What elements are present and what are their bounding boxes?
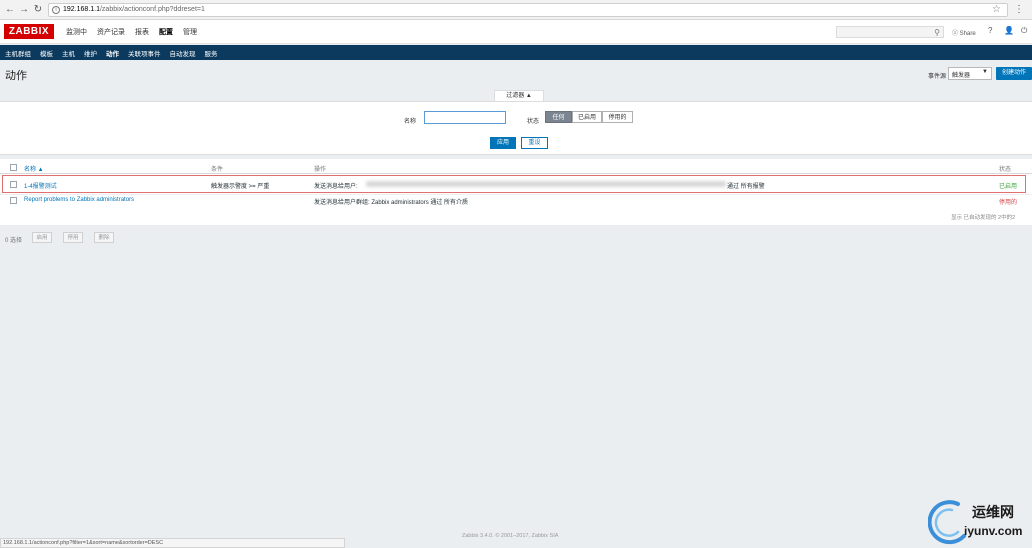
status-badge[interactable]: 停用的 (999, 197, 1017, 206)
watermark-text: 运维网 (972, 504, 1014, 520)
row-checkbox[interactable] (10, 197, 17, 204)
status-option-enabled[interactable]: 已启用 (572, 111, 602, 123)
user-icon[interactable]: 👤 (1004, 26, 1014, 35)
subnav-services[interactable]: 服务 (205, 48, 218, 58)
reload-icon[interactable]: ↻ (32, 4, 44, 16)
column-header-name[interactable]: 名称 ▲ (24, 164, 44, 173)
event-source-label: 事件源 (928, 74, 947, 80)
browser-menu-icon[interactable]: ⋮ (1014, 4, 1024, 16)
share-label: Share (959, 31, 976, 37)
status-option-any[interactable]: 任何 (545, 111, 572, 123)
forward-icon[interactable]: → (18, 4, 30, 16)
main-menu: 监测中 资产记录 报表 配置 管理 (66, 27, 197, 37)
url-host: 192.168.1.1 (63, 6, 100, 13)
filter-name-input[interactable] (424, 111, 506, 124)
redacted-recipients (366, 181, 726, 187)
mass-enable-button[interactable]: 启用 (32, 232, 52, 243)
subnav-event-correlation[interactable]: 关联项事件 (128, 48, 161, 58)
help-icon[interactable]: ? (988, 26, 992, 35)
browser-status-url: 192.168.1.1/actionconf.php?filter=1&sort… (0, 538, 345, 548)
bookmark-star-icon[interactable]: ☆ (992, 4, 1001, 16)
page-title: 动作 (5, 70, 27, 82)
column-header-status[interactable]: 状态 (999, 164, 1011, 173)
subnav-discovery[interactable]: 自动发现 (170, 48, 196, 58)
actions-table: 名称 ▲ 条件 操作 状态 1-4报警测试 触发器示警度 >= 严重 发送消息给… (0, 159, 1032, 225)
browser-toolbar: ← → ↻ i 192.168.1.1/zabbix/actionconf.ph… (0, 0, 1032, 20)
status-option-disabled[interactable]: 停用的 (602, 111, 633, 123)
menu-monitoring[interactable]: 监测中 (66, 27, 87, 37)
action-name-link[interactable]: Report problems to Zabbix administrators (24, 197, 134, 203)
back-icon[interactable]: ← (4, 4, 16, 16)
filter-apply-button[interactable]: 应用 (490, 137, 516, 149)
mass-delete-button[interactable]: 删除 (94, 232, 114, 243)
column-header-conditions: 条件 (211, 167, 224, 173)
row-divider (0, 194, 1032, 195)
address-text: 192.168.1.1/zabbix/actionconf.php?ddrese… (63, 6, 205, 13)
status-badge[interactable]: 已启用 (999, 181, 1017, 190)
event-source-select[interactable]: 触发器 ▼ (948, 67, 992, 80)
share-link[interactable]: ⓩ Share (952, 28, 976, 37)
chevron-down-icon: ▼ (982, 69, 988, 75)
sub-navigation: 主机群组 模板 主机 维护 动作 关联项事件 自动发现 服务 (0, 45, 1032, 60)
menu-inventory[interactable]: 资产记录 (97, 27, 125, 37)
column-header-operations: 操作 (314, 167, 327, 173)
action-name-link[interactable]: 1-4报警测试 (24, 181, 57, 190)
create-action-button[interactable]: 创建动作 (996, 67, 1032, 80)
subnav-maintenance[interactable]: 维护 (84, 48, 97, 58)
filter-reset-button[interactable]: 重设 (521, 137, 548, 149)
power-icon[interactable]: ⏻ (1021, 26, 1027, 36)
action-operation: 发送消息给用户群组: Zabbix administrators 通过 所有介质 (314, 200, 469, 206)
info-icon[interactable]: i (52, 6, 60, 14)
watermark-url: iyunv.com (964, 524, 1023, 538)
menu-reports[interactable]: 报表 (135, 27, 149, 37)
header-divider (0, 173, 1032, 174)
mass-disable-button[interactable]: 停用 (63, 232, 83, 243)
site-watermark: 运维网 iyunv.com (927, 498, 1032, 548)
global-search-input[interactable]: ⚲ (836, 26, 944, 38)
menu-administration[interactable]: 管理 (183, 27, 197, 37)
select-all-checkbox[interactable] (10, 164, 17, 171)
table-footer-note: 显示 已自动发现的 2中的2 (951, 215, 1016, 221)
filter-name-label: 名称 (404, 119, 417, 125)
subnav-hosts[interactable]: 主机 (62, 48, 75, 58)
subnav-host-groups[interactable]: 主机群组 (5, 48, 31, 58)
top-header: ZABBIX 监测中 资产记录 报表 配置 管理 ⚲ ⓩ Share ? 👤 ⏻ (0, 20, 1032, 44)
filter-panel: 名称 状态 任何 已启用 停用的 应用 重设 (0, 101, 1032, 155)
row-checkbox[interactable] (10, 181, 17, 188)
action-operation-suffix: 通过 所有报警 (727, 184, 765, 190)
address-bar[interactable]: i 192.168.1.1/zabbix/actionconf.php?ddre… (48, 3, 1008, 17)
filter-status-label: 状态 (527, 119, 540, 125)
zabbix-logo[interactable]: ZABBIX (4, 24, 54, 39)
action-condition: 触发器示警度 >= 严重 (211, 184, 270, 190)
menu-configuration[interactable]: 配置 (159, 27, 173, 37)
subnav-actions[interactable]: 动作 (106, 48, 119, 58)
watermark-logo-icon (927, 500, 966, 545)
url-path: /zabbix/actionconf.php?ddreset=1 (99, 6, 205, 13)
subnav-templates[interactable]: 模板 (40, 48, 53, 58)
page-footer: Zabbix 3.4.0. © 2001–2017, Zabbix SIA (462, 533, 559, 539)
search-icon[interactable]: ⚲ (934, 27, 940, 38)
action-operation-prefix: 发送消息给用户: (314, 184, 358, 190)
selected-count: 0 选择 (5, 238, 23, 244)
event-source-value: 触发器 (952, 73, 971, 79)
